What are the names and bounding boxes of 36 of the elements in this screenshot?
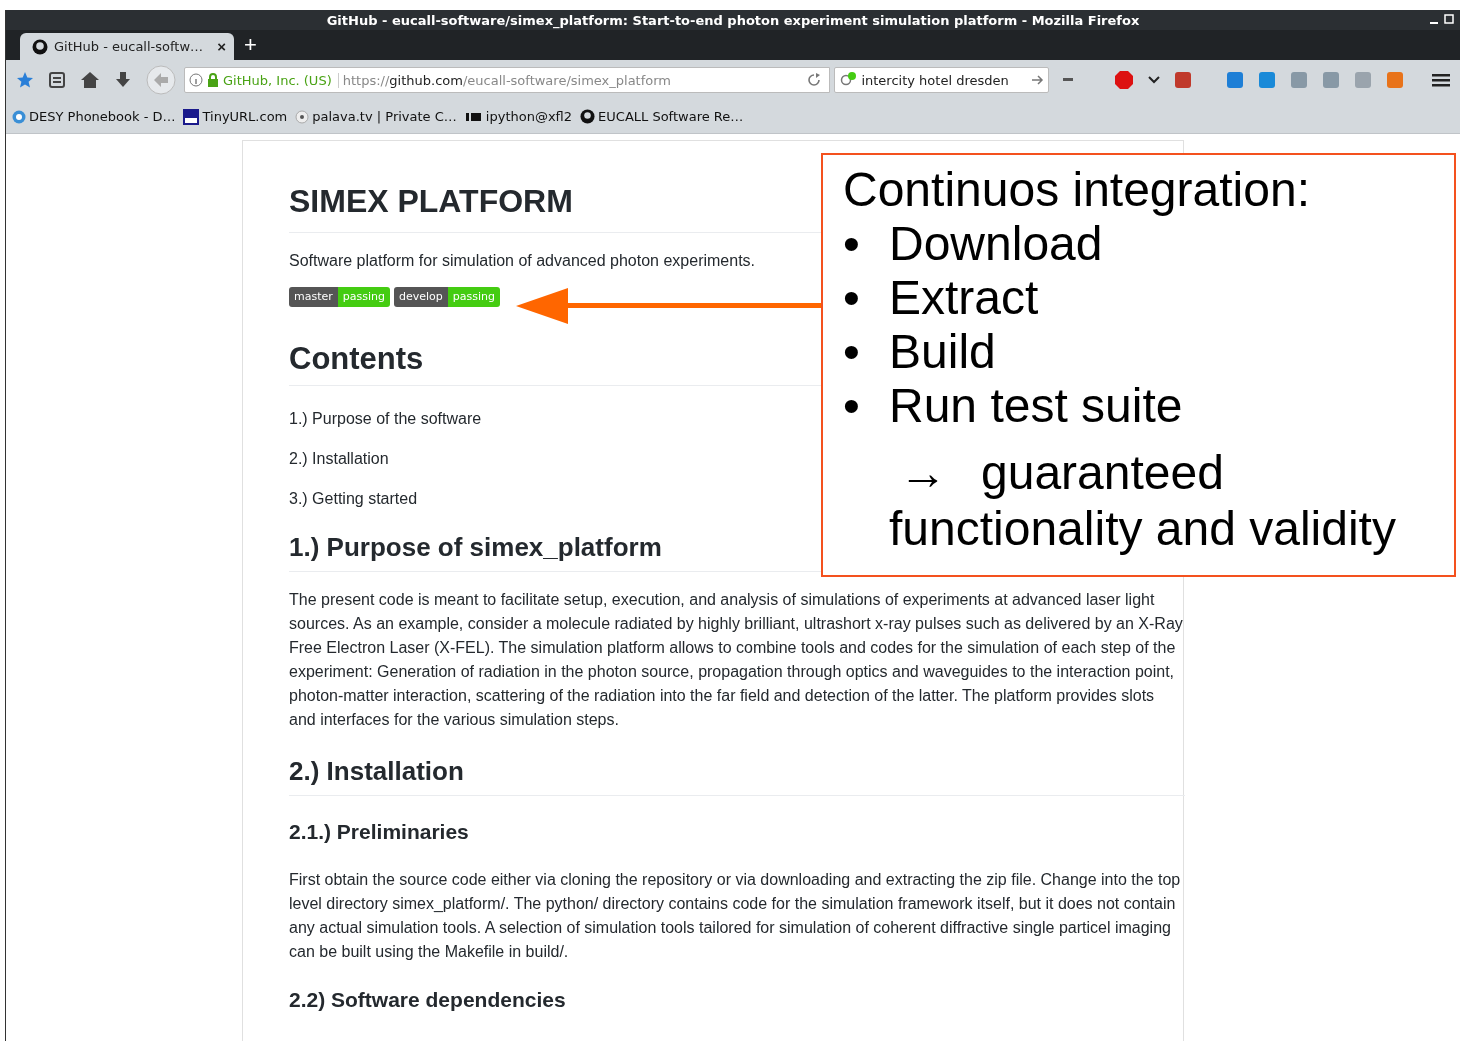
bookmark-item[interactable]: TinyURL.com [183,108,288,125]
address-field[interactable]: GitHub, Inc. (US) https://github.com/eucall-software/simex_platform [184,67,831,93]
bookmark-label: TinyURL.com [202,109,288,124]
globe-icon [12,109,26,124]
extension-icon[interactable] [1320,69,1342,91]
description: Software platform for simulation of advanced photon experiments. [289,251,757,271]
bullet-mark: • [843,271,861,325]
close-button[interactable]: × [217,38,226,55]
record-icon [295,109,310,124]
contents-link[interactable]: 1.) Purpose of the software [289,410,482,428]
maximize-icon [1444,14,1454,24]
extension-icon[interactable] [1288,69,1310,91]
back-button[interactable] [144,63,178,97]
lock-icon [207,73,219,87]
bookmark-label: ipython@xfl2 [485,109,573,124]
extension-icon[interactable] [1384,69,1406,91]
subsection-heading: 2.1.) Preliminaries [289,820,470,845]
contents-link[interactable]: 3.) Getting started [289,490,418,508]
arrow-right-icon [1029,73,1044,87]
bookmark-item[interactable]: ipython@xfl2 [464,109,573,124]
minimize-icon [1430,22,1438,24]
window-title: GitHub - eucall-software/simex_platform: Start-to-end photon experiment simulation platform - Mozilla Firefox [326,12,1140,28]
paragraph: First obtain the source code either via cloning the repository or via downloading and extracting the zip file. Change into the top level directory simex_platform/. The python/ directory contains code for the simulation framework itself, but it does not contain any actual simulation tools. A selection of simulation tools tailored for simulation of coherent diffractive single particel imaging can be built using the Makefile in build/. [289,870,1182,962]
extension-icon[interactable] [1224,69,1246,91]
search-field[interactable]: intercity hotel dresden [834,67,1049,93]
search-icon [839,72,858,88]
info-icon [189,73,203,87]
new-tab-button[interactable]: + [244,32,257,60]
subsection-heading: 2.2) Software dependencies [289,988,567,1013]
section-heading: 2.) Installation [289,756,1185,796]
extension-icon[interactable] [1256,69,1278,91]
reading-list-icon[interactable] [46,69,68,91]
contents-link[interactable]: 2.) Installation [289,450,389,468]
browser-tab[interactable]: GitHub - eucall-softw… × [20,33,234,60]
paragraph: The present code is meant to facilitate setup, execution, and analysis of simulations of experiments at advanced laser light sources. As an example, consider a molecule radiated by highly brilliant, ultrashort x-ray pulses such as delivered by an X-Ray Free Electron Laser (X-FEL). The simulation platform allows to combine tools and codes for the simulation of each step of the experiment: Generation of radiation in the photon source, propagation through optics and waveguides to the interaction point, photon-matter interaction, scattering of the radiation into the far field and detection of the latter. The platform provides slots and interfaces for the various simulation steps. [289,590,1184,730]
bullet-text: Extract [889,271,1039,325]
